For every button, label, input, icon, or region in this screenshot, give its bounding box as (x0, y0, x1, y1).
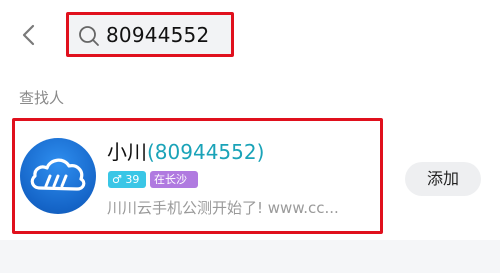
city-badge: 在长沙 (150, 171, 198, 188)
user-signature: 川川云手机公测开始了! www.cc... (107, 199, 339, 217)
male-icon: ♂ (112, 173, 122, 186)
search-icon (79, 26, 99, 46)
add-friend-button[interactable]: 添加 (405, 162, 481, 196)
search-field[interactable]: 80944552 (66, 12, 234, 57)
user-name-line[interactable]: 小川(80944552) (107, 138, 264, 166)
search-input-value[interactable]: 80944552 (106, 22, 209, 48)
bottom-divider (0, 240, 500, 273)
gender-age-badge: ♂ 39 (108, 171, 146, 188)
back-button[interactable] (16, 22, 42, 48)
cloud-logo-icon (30, 158, 86, 191)
section-title: 查找人 (19, 89, 65, 107)
user-name: 小川 (107, 140, 147, 164)
user-id: (80944552) (147, 140, 265, 164)
chevron-left-icon (22, 24, 35, 46)
avatar[interactable] (20, 138, 96, 214)
age-value: 39 (125, 173, 140, 186)
search-result-page: 80944552 查找人 小川(80944552) ♂ 39 在长沙 川川云手机… (0, 0, 500, 273)
